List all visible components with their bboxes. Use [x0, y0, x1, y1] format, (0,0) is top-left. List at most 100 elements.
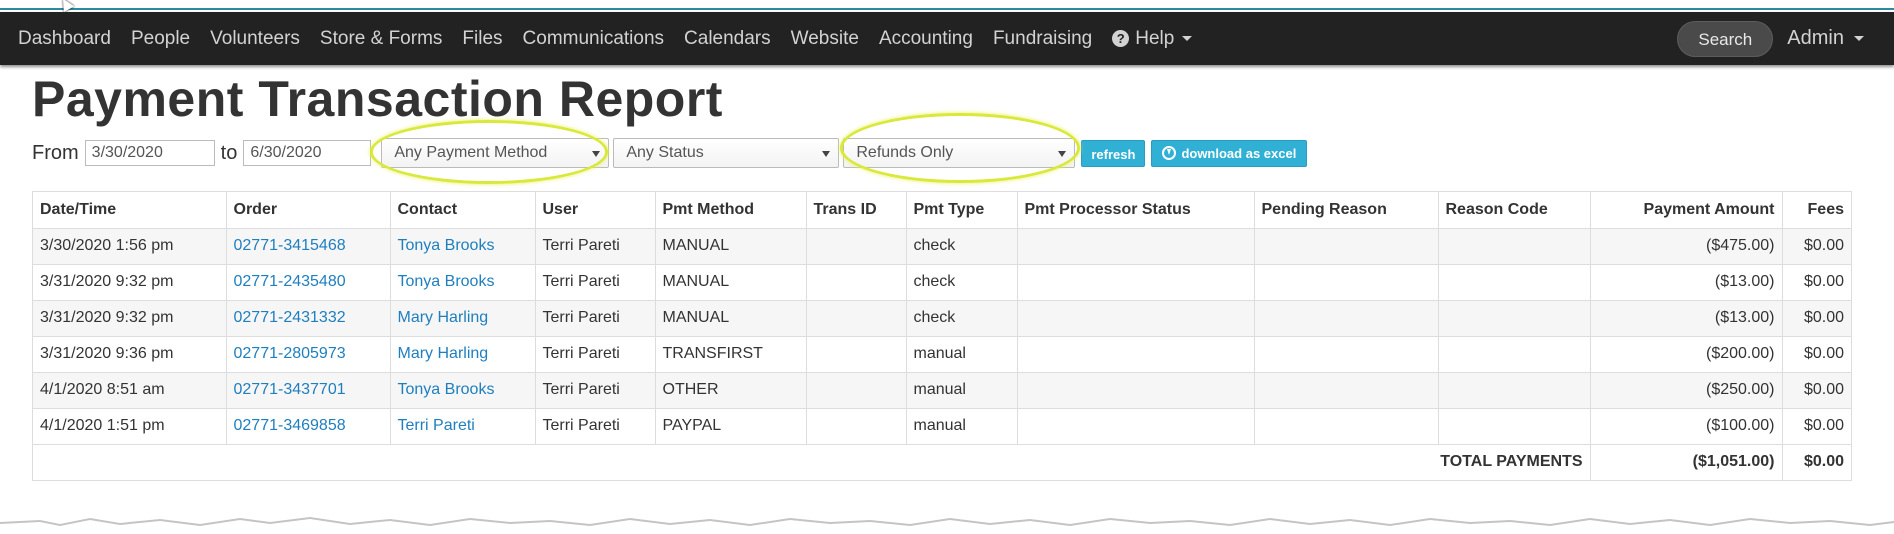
cell-payment-amount: ($13.00) — [1590, 300, 1783, 337]
cell-order: 02771-2805973 — [226, 336, 391, 373]
order-link[interactable]: 02771-2805973 — [234, 345, 346, 362]
col-reason-code[interactable]: Reason Code — [1438, 192, 1591, 229]
col-pending-reason[interactable]: Pending Reason — [1254, 192, 1439, 229]
cell-processor-status — [1017, 372, 1255, 409]
cell-trans-id — [806, 264, 907, 301]
contact-link[interactable]: Terri Pareti — [398, 417, 475, 434]
nav-people[interactable]: People — [121, 12, 200, 65]
to-date-input[interactable] — [243, 140, 372, 166]
cell-reason-code — [1438, 264, 1591, 301]
cell-pmt-type: check — [906, 228, 1018, 265]
cell-processor-status — [1017, 336, 1255, 373]
nav-website[interactable]: Website — [781, 12, 869, 65]
cell-processor-status — [1017, 300, 1255, 337]
table-row: 3/31/2020 9:32 pm 02771-2435480 Tonya Broo… — [33, 264, 1851, 301]
cell-contact: Mary Harling — [390, 300, 536, 337]
order-link[interactable]: 02771-3437701 — [234, 381, 346, 398]
payment-method-select[interactable]: Any Payment Method — [381, 138, 610, 168]
cell-fees: $0.00 — [1782, 372, 1851, 409]
col-datetime[interactable]: Date/Time — [33, 192, 227, 229]
cell-user: Terri Pareti — [535, 300, 656, 337]
contact-link[interactable]: Tonya Brooks — [398, 273, 495, 290]
order-link[interactable]: 02771-3415468 — [234, 237, 346, 254]
cell-contact: Terri Pareti — [390, 408, 536, 445]
cell-processor-status — [1017, 264, 1255, 301]
cell-payment-amount: ($200.00) — [1590, 336, 1783, 373]
transactions-table: Date/Time Order Contact User Pmt Method … — [32, 191, 1852, 481]
total-label: TOTAL PAYMENTS — [33, 444, 1591, 480]
nav-communications[interactable]: Communications — [513, 12, 675, 65]
cell-pending-reason — [1254, 228, 1439, 265]
cell-fees: $0.00 — [1782, 300, 1851, 337]
col-pmt-method[interactable]: Pmt Method — [655, 192, 807, 229]
nav-accounting[interactable]: Accounting — [869, 12, 983, 65]
cell-pmt-method: MANUAL — [655, 264, 807, 301]
total-fees: $0.00 — [1782, 444, 1851, 480]
refund-filter-select[interactable]: Refunds Only — [843, 138, 1076, 168]
col-processor-status[interactable]: Pmt Processor Status — [1017, 192, 1255, 229]
nav-store-forms[interactable]: Store & Forms — [310, 12, 452, 65]
cell-pending-reason — [1254, 300, 1439, 337]
col-payment-amount[interactable]: Payment Amount — [1590, 192, 1783, 229]
col-user[interactable]: User — [535, 192, 656, 229]
page-title: Payment Transaction Report — [32, 71, 723, 127]
cell-user: Terri Pareti — [535, 264, 656, 301]
cell-pmt-method: TRANSFIRST — [655, 336, 807, 373]
nav-volunteers[interactable]: Volunteers — [200, 12, 310, 65]
cell-trans-id — [806, 336, 907, 373]
cell-contact: Tonya Brooks — [390, 264, 536, 301]
admin-label: Admin — [1787, 27, 1844, 49]
col-trans-id[interactable]: Trans ID — [806, 192, 907, 229]
nav-dashboard[interactable]: Dashboard — [8, 12, 121, 65]
cell-reason-code — [1438, 228, 1591, 265]
totals-row: TOTAL PAYMENTS ($1,051.00) $0.00 — [33, 444, 1851, 480]
download-excel-button[interactable]: download as excel — [1151, 139, 1308, 167]
cell-user: Terri Pareti — [535, 336, 656, 373]
cell-trans-id — [806, 228, 907, 265]
search-button[interactable]: Search — [1677, 20, 1774, 57]
order-link[interactable]: 02771-3469858 — [234, 417, 346, 434]
contact-link[interactable]: Mary Harling — [398, 309, 489, 326]
cell-trans-id — [806, 408, 907, 445]
window-top-strip — [0, 0, 1894, 10]
cell-datetime: 4/1/2020 8:51 am — [33, 372, 227, 409]
contact-link[interactable]: Tonya Brooks — [398, 237, 495, 254]
table-header-row: Date/Time Order Contact User Pmt Method … — [33, 192, 1851, 229]
cell-reason-code — [1438, 336, 1591, 373]
nav-fundraising[interactable]: Fundraising — [983, 12, 1102, 65]
chevron-down-icon — [1854, 36, 1864, 41]
cell-datetime: 3/31/2020 9:36 pm — [33, 336, 227, 373]
contact-link[interactable]: Mary Harling — [398, 345, 489, 362]
cell-pending-reason — [1254, 408, 1439, 445]
col-fees[interactable]: Fees — [1782, 192, 1851, 229]
status-select[interactable]: Any Status — [613, 138, 840, 168]
col-contact[interactable]: Contact — [390, 192, 536, 229]
refresh-button[interactable]: refresh — [1081, 139, 1146, 167]
cell-payment-amount: ($13.00) — [1590, 264, 1783, 301]
contact-link[interactable]: Tonya Brooks — [398, 381, 495, 398]
cell-pmt-method: OTHER — [655, 372, 807, 409]
cell-pmt-type: check — [906, 264, 1018, 301]
order-link[interactable]: 02771-2435480 — [234, 273, 346, 290]
cell-contact: Tonya Brooks — [390, 228, 536, 265]
cell-fees: $0.00 — [1782, 228, 1851, 265]
order-link[interactable]: 02771-2431332 — [234, 309, 346, 326]
cell-pending-reason — [1254, 372, 1439, 409]
from-label: From — [32, 141, 79, 164]
nav-calendars[interactable]: Calendars — [674, 12, 781, 65]
nav-files[interactable]: Files — [452, 12, 512, 65]
col-pmt-type[interactable]: Pmt Type — [906, 192, 1018, 229]
cell-pmt-method: MANUAL — [655, 228, 807, 265]
select-arrow-icon — [1058, 151, 1067, 157]
nav-help-dropdown[interactable]: ? Help — [1102, 12, 1202, 65]
cell-trans-id — [806, 372, 907, 409]
table-row: 3/30/2020 1:56 pm 02771-3415468 Tonya Broo… — [33, 228, 1851, 265]
nav-help-label: Help — [1135, 28, 1175, 49]
cell-order: 02771-2435480 — [226, 264, 391, 301]
from-date-input[interactable] — [84, 140, 215, 166]
top-navbar: Dashboard People Volunteers Store & Form… — [0, 12, 1894, 65]
col-order[interactable]: Order — [226, 192, 391, 229]
cell-processor-status — [1017, 228, 1255, 265]
cell-order: 02771-3437701 — [226, 372, 391, 409]
admin-dropdown[interactable]: Admin — [1787, 27, 1864, 50]
